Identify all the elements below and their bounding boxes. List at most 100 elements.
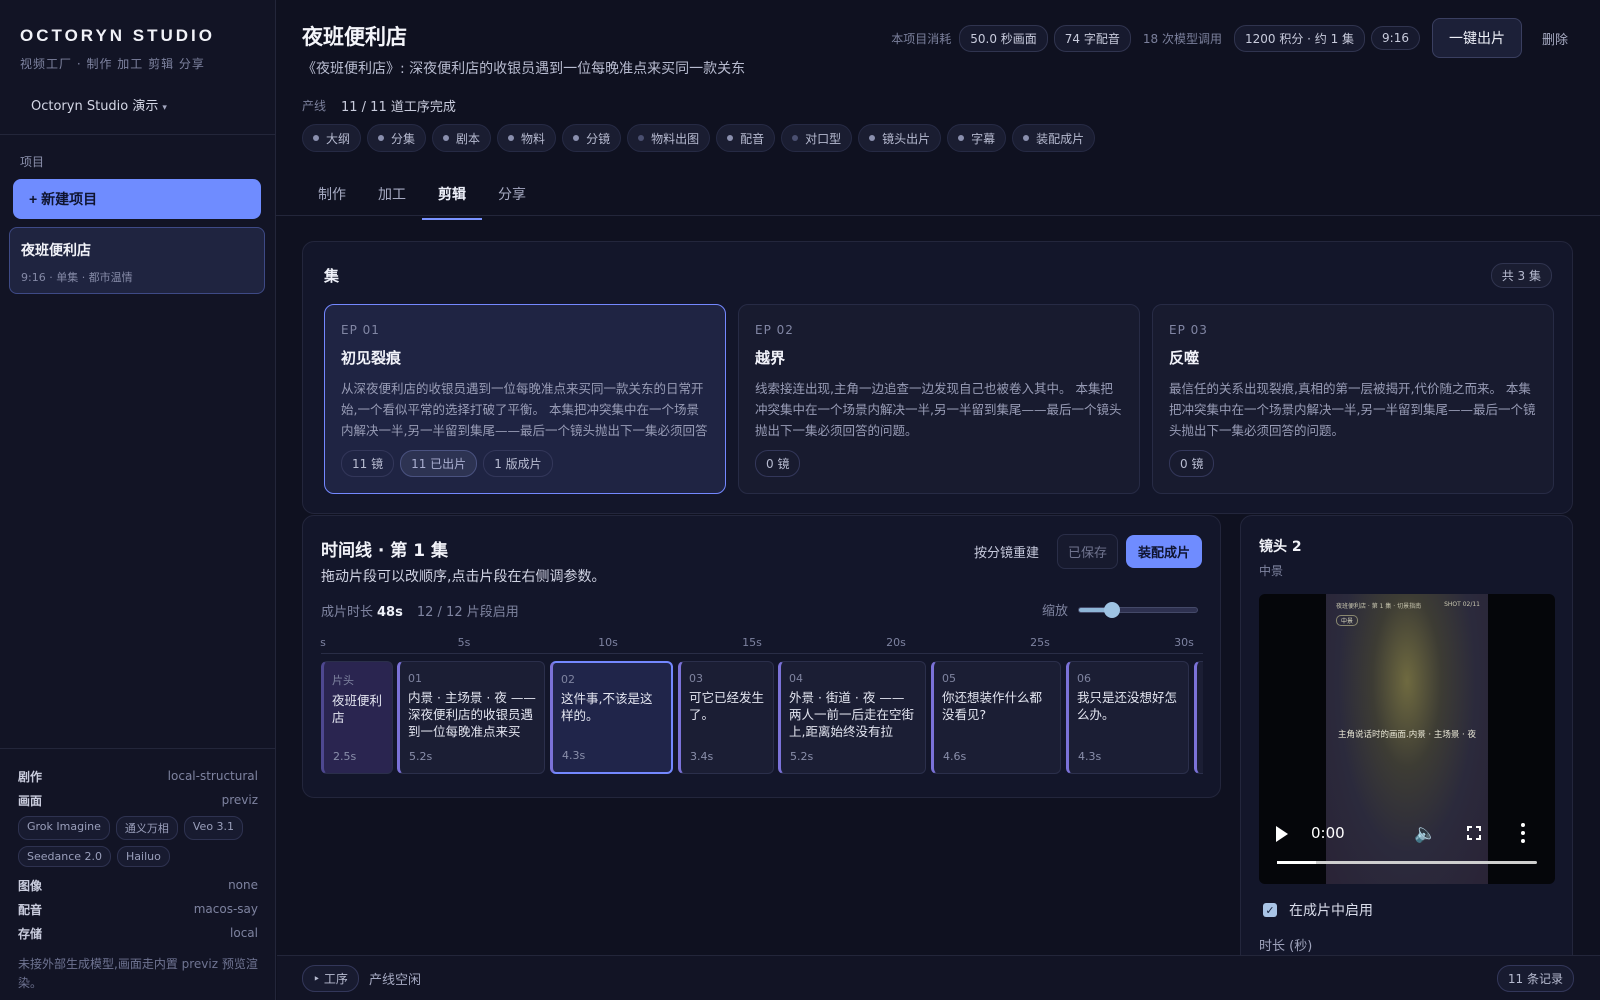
stage-chip[interactable]: 对口型: [781, 124, 853, 152]
brand-subtitle: 视频工厂 · 制作 加工 剪辑 分享: [20, 57, 205, 71]
zoom-slider-thumb[interactable]: [1104, 601, 1121, 618]
shot-framing: 中景: [1259, 564, 1284, 578]
episode-title: 初见裂痕: [341, 349, 402, 367]
clip-duration: 5.2s: [409, 750, 433, 763]
stage-dot-icon: [727, 135, 734, 141]
tab-share[interactable]: 分享: [482, 176, 542, 220]
workspace-switcher[interactable]: Octoryn Studio 演示 ▾: [31, 95, 167, 114]
clip-duration: 3.4s: [690, 750, 714, 763]
play-icon[interactable]: [1276, 826, 1288, 842]
timeline-clip[interactable]: 01 内景 · 主场景 · 夜 —— 深夜便利店的收银员遇到一位每晚准点来买 5…: [397, 661, 545, 774]
duration-value: 48s: [377, 605, 403, 620]
stage-chip[interactable]: 配音: [716, 124, 776, 152]
playback-progress-bar[interactable]: [1277, 861, 1537, 864]
clip-number: 04: [789, 672, 803, 685]
zoom-slider[interactable]: [1078, 601, 1198, 618]
timeline-clip[interactable]: 04 外景 · 街道 · 夜 —— 两人一前一后走在空街上,距离始终没有拉近。 …: [778, 661, 926, 774]
steps-toggle-button[interactable]: ‣ 工序: [302, 965, 359, 992]
fullscreen-icon[interactable]: [1467, 826, 1481, 840]
records-count-badge[interactable]: 11 条记录: [1496, 965, 1574, 992]
page-title: 夜班便利店: [302, 25, 407, 49]
pipeline-stages: 大纲 分集 剧本 物料 分镜 物料出图 配音 对口型 镜头出片 字幕 装配成片: [302, 124, 1096, 152]
timeline-clip[interactable]: 06 我只是还没想好怎么办。 4.3s: [1066, 661, 1189, 774]
clip-number: 02: [561, 673, 575, 686]
clip-text: 内景 · 主场景 · 夜 —— 深夜便利店的收银员遇到一位每晚准点来买: [408, 690, 536, 739]
assemble-button[interactable]: 装配成片: [1125, 535, 1202, 568]
episode-tags: 11 镜 11 已出片 1 版成片: [341, 450, 553, 477]
enable-label: 在成片中启用: [1289, 903, 1373, 919]
usage-calls: 18 次模型调用: [1142, 31, 1222, 46]
shot-inspector: 镜头 2 中景 夜班便利店 · 第 1 集 · 切景指南 SHOT 02/11 …: [1240, 515, 1573, 1000]
clip-duration: 4.3s: [562, 749, 586, 762]
env-script: 剧作 local-structural: [18, 769, 258, 784]
timeline-title: 时间线 · 第 1 集: [321, 541, 448, 561]
timeline-hint: 拖动片段可以改顺序,点击片段在右侧调参数。: [321, 569, 606, 585]
stage-dot-icon: [443, 135, 450, 141]
stage-dot-icon: [638, 135, 645, 141]
timeline-meta: 成片时长 48s 12 / 12 片段启用: [321, 601, 519, 620]
stage-chip[interactable]: 大纲: [302, 124, 362, 152]
env-visual: 画面 previz: [18, 793, 258, 808]
stage-chip[interactable]: 剧本: [432, 124, 492, 152]
env-voice: 配音 macos-say: [18, 902, 258, 917]
tab-produce[interactable]: 制作: [302, 176, 362, 220]
env-image: 图像 none: [18, 878, 258, 893]
video-player[interactable]: 夜班便利店 · 第 1 集 · 切景指南 SHOT 02/11 中景 主角说话时…: [1259, 594, 1555, 884]
duration-field-label: 时长 (秒): [1259, 939, 1313, 954]
saved-button[interactable]: 已保存: [1056, 534, 1118, 569]
timeline-clip[interactable]: 05 你还想装作什么都没看见? 4.6s: [931, 661, 1061, 774]
pipeline-status: 11 / 11 道工序完成: [341, 100, 456, 115]
frame-badge: 中景: [1336, 615, 1359, 626]
timeline-clip-partial[interactable]: [1194, 661, 1203, 774]
timeline-clip[interactable]: 02 这件事,不该是这样的。 4.3s: [550, 661, 673, 774]
checkbox-checked-icon[interactable]: ✓: [1263, 903, 1277, 917]
more-options-icon[interactable]: [1521, 823, 1525, 843]
enable-in-final[interactable]: ✓ 在成片中启用: [1263, 900, 1373, 920]
stage-chip[interactable]: 物料出图: [627, 124, 711, 152]
frame-header: 夜班便利店 · 第 1 集 · 切景指南: [1336, 603, 1422, 610]
clip-duration: 4.6s: [943, 750, 967, 763]
project-title: 夜班便利店: [21, 243, 91, 259]
episode-tag: 0 镜: [1169, 450, 1215, 477]
stage-chip[interactable]: 镜头出片: [858, 124, 942, 152]
model-chips: Grok Imagine 通义万相 Veo 3.1 Seedance 2.0 H…: [18, 816, 258, 867]
playback-time: 0:00: [1311, 824, 1345, 842]
episode-card[interactable]: EP 03 反噬 最信任的关系出现裂痕,真相的第一层被揭开,代价随之而来。 本集…: [1152, 304, 1554, 494]
stage-chip[interactable]: 分镜: [562, 124, 622, 152]
divider: [0, 748, 276, 749]
clip-number: 01: [408, 672, 422, 685]
new-project-button[interactable]: + 新建项目: [13, 179, 261, 219]
episode-card[interactable]: EP 02 越界 线索接连出现,主角一边追查一边发现自己也被卷入其中。 本集把冲…: [738, 304, 1140, 494]
workspace-label: Octoryn Studio 演示: [31, 99, 159, 114]
shot-title: 镜头 2: [1259, 539, 1302, 555]
stage-dot-icon: [1023, 135, 1030, 141]
divider: [0, 134, 276, 135]
tab-edit[interactable]: 剪辑: [422, 176, 482, 220]
timeline-clip[interactable]: 03 可它已经发生了。 3.4s: [678, 661, 774, 774]
delete-button[interactable]: 删除: [1542, 29, 1568, 48]
episode-card[interactable]: EP 01 初见裂痕 从深夜便利店的收银员遇到一位每晚准点来买同一款关东的日常开…: [324, 304, 726, 494]
export-button[interactable]: 一键出片: [1431, 18, 1522, 58]
stage-chip[interactable]: 装配成片: [1012, 124, 1096, 152]
ruler-tick: 25s: [1030, 636, 1050, 649]
stage-dot-icon: [958, 135, 965, 141]
timeline-clip[interactable]: 片头 夜班便利店 2.5s: [321, 661, 393, 774]
episode-description: 从深夜便利店的收银员遇到一位每晚准点来买同一款关东的日常开始,一个看似平常的选择…: [341, 381, 708, 438]
environment-info: 剧作 local-structural 画面 previz Grok Imagine…: [18, 764, 258, 993]
playback-progress-fill: [1277, 861, 1316, 864]
clip-text: 外景 · 街道 · 夜 —— 两人一前一后走在空街上,距离始终没有拉近。: [789, 690, 915, 739]
stage-dot-icon: [313, 135, 319, 141]
ruler-tick: 30s: [1174, 636, 1194, 649]
tab-process[interactable]: 加工: [362, 176, 422, 220]
video-controls: 0:00 🔈: [1259, 806, 1555, 884]
stage-chip[interactable]: 物料: [497, 124, 557, 152]
zoom-control: 缩放: [1042, 600, 1198, 619]
brand-logo: OCTORYN STUDIO: [20, 26, 216, 45]
projects-section-label: 项目: [20, 155, 45, 169]
rebuild-button[interactable]: 按分镜重建: [964, 535, 1049, 568]
stage-chip[interactable]: 分集: [367, 124, 427, 152]
stage-chip[interactable]: 字幕: [947, 124, 1007, 152]
project-card[interactable]: 夜班便利店 9:16 · 单集 · 都市温情: [9, 227, 265, 294]
episode-tag: 11 镜: [341, 450, 395, 477]
volume-icon[interactable]: 🔈: [1414, 823, 1436, 844]
